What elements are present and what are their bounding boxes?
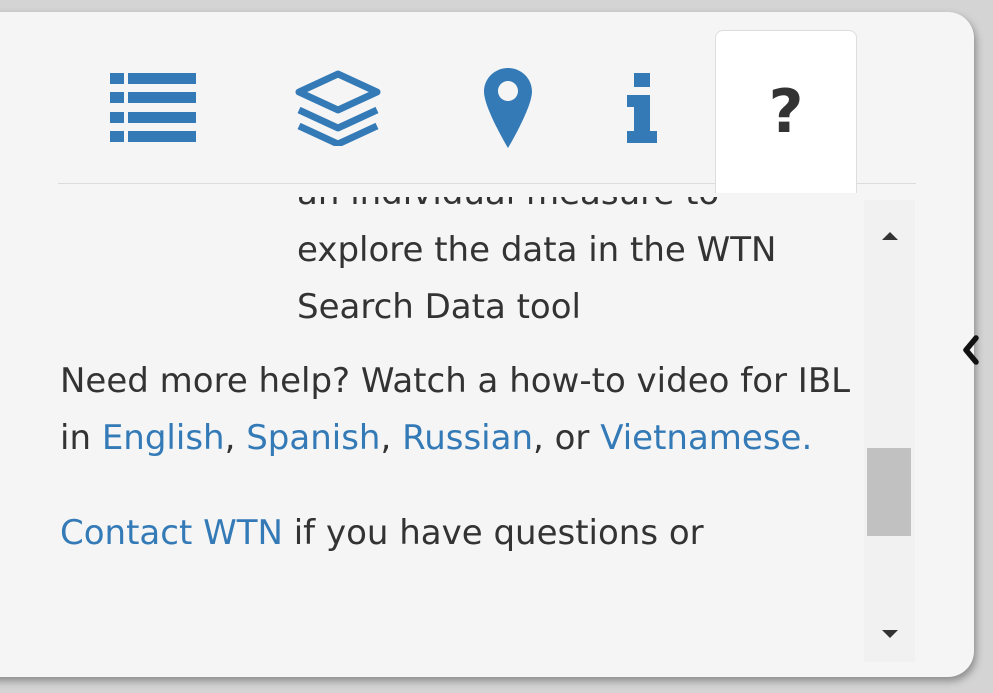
map-marker-icon bbox=[484, 68, 532, 148]
help-text-line: explore the data in the WTN bbox=[297, 230, 777, 270]
arrow-down-icon[interactable] bbox=[882, 630, 898, 638]
contact-wtn-link[interactable]: Contact WTN bbox=[60, 513, 283, 553]
info-icon bbox=[627, 73, 657, 143]
scrollbar[interactable] bbox=[864, 200, 915, 662]
tab-legend[interactable] bbox=[103, 34, 203, 182]
help-video-paragraph: Need more help? Watch a how-to video for… bbox=[60, 353, 870, 467]
spanish-video-link[interactable]: Spanish bbox=[246, 418, 380, 458]
russian-video-link[interactable]: Russian bbox=[402, 418, 533, 458]
help-text-line: Search Data tool bbox=[297, 287, 581, 327]
help-content: an individual measure to explore the dat… bbox=[60, 197, 870, 662]
collapse-sidebar-button[interactable] bbox=[955, 330, 987, 370]
contact-text: if you have questions or bbox=[282, 513, 704, 553]
separator: , or bbox=[533, 418, 601, 458]
chevron-left-icon bbox=[963, 335, 979, 365]
contact-paragraph: Contact WTN if you have questions or bbox=[60, 505, 870, 562]
separator: , bbox=[380, 418, 403, 458]
help-list-item: an individual measure to explore the dat… bbox=[60, 197, 870, 336]
list-icon bbox=[110, 73, 196, 142]
tab-location[interactable] bbox=[473, 34, 543, 182]
sidebar-panel: ? an individual measure to explore the d… bbox=[0, 12, 974, 677]
tab-info[interactable] bbox=[618, 34, 668, 182]
scrollbar-thumb[interactable] bbox=[867, 448, 911, 536]
tab-help[interactable]: ? bbox=[715, 30, 857, 193]
arrow-up-icon[interactable] bbox=[882, 232, 898, 240]
vietnamese-video-link[interactable]: Vietnamese. bbox=[600, 418, 812, 458]
tab-layers[interactable] bbox=[288, 34, 388, 182]
english-video-link[interactable]: English bbox=[102, 418, 225, 458]
help-text-line: an individual measure to bbox=[297, 197, 870, 222]
separator: , bbox=[224, 418, 247, 458]
question-icon: ? bbox=[768, 77, 804, 147]
layers-icon bbox=[295, 70, 381, 146]
